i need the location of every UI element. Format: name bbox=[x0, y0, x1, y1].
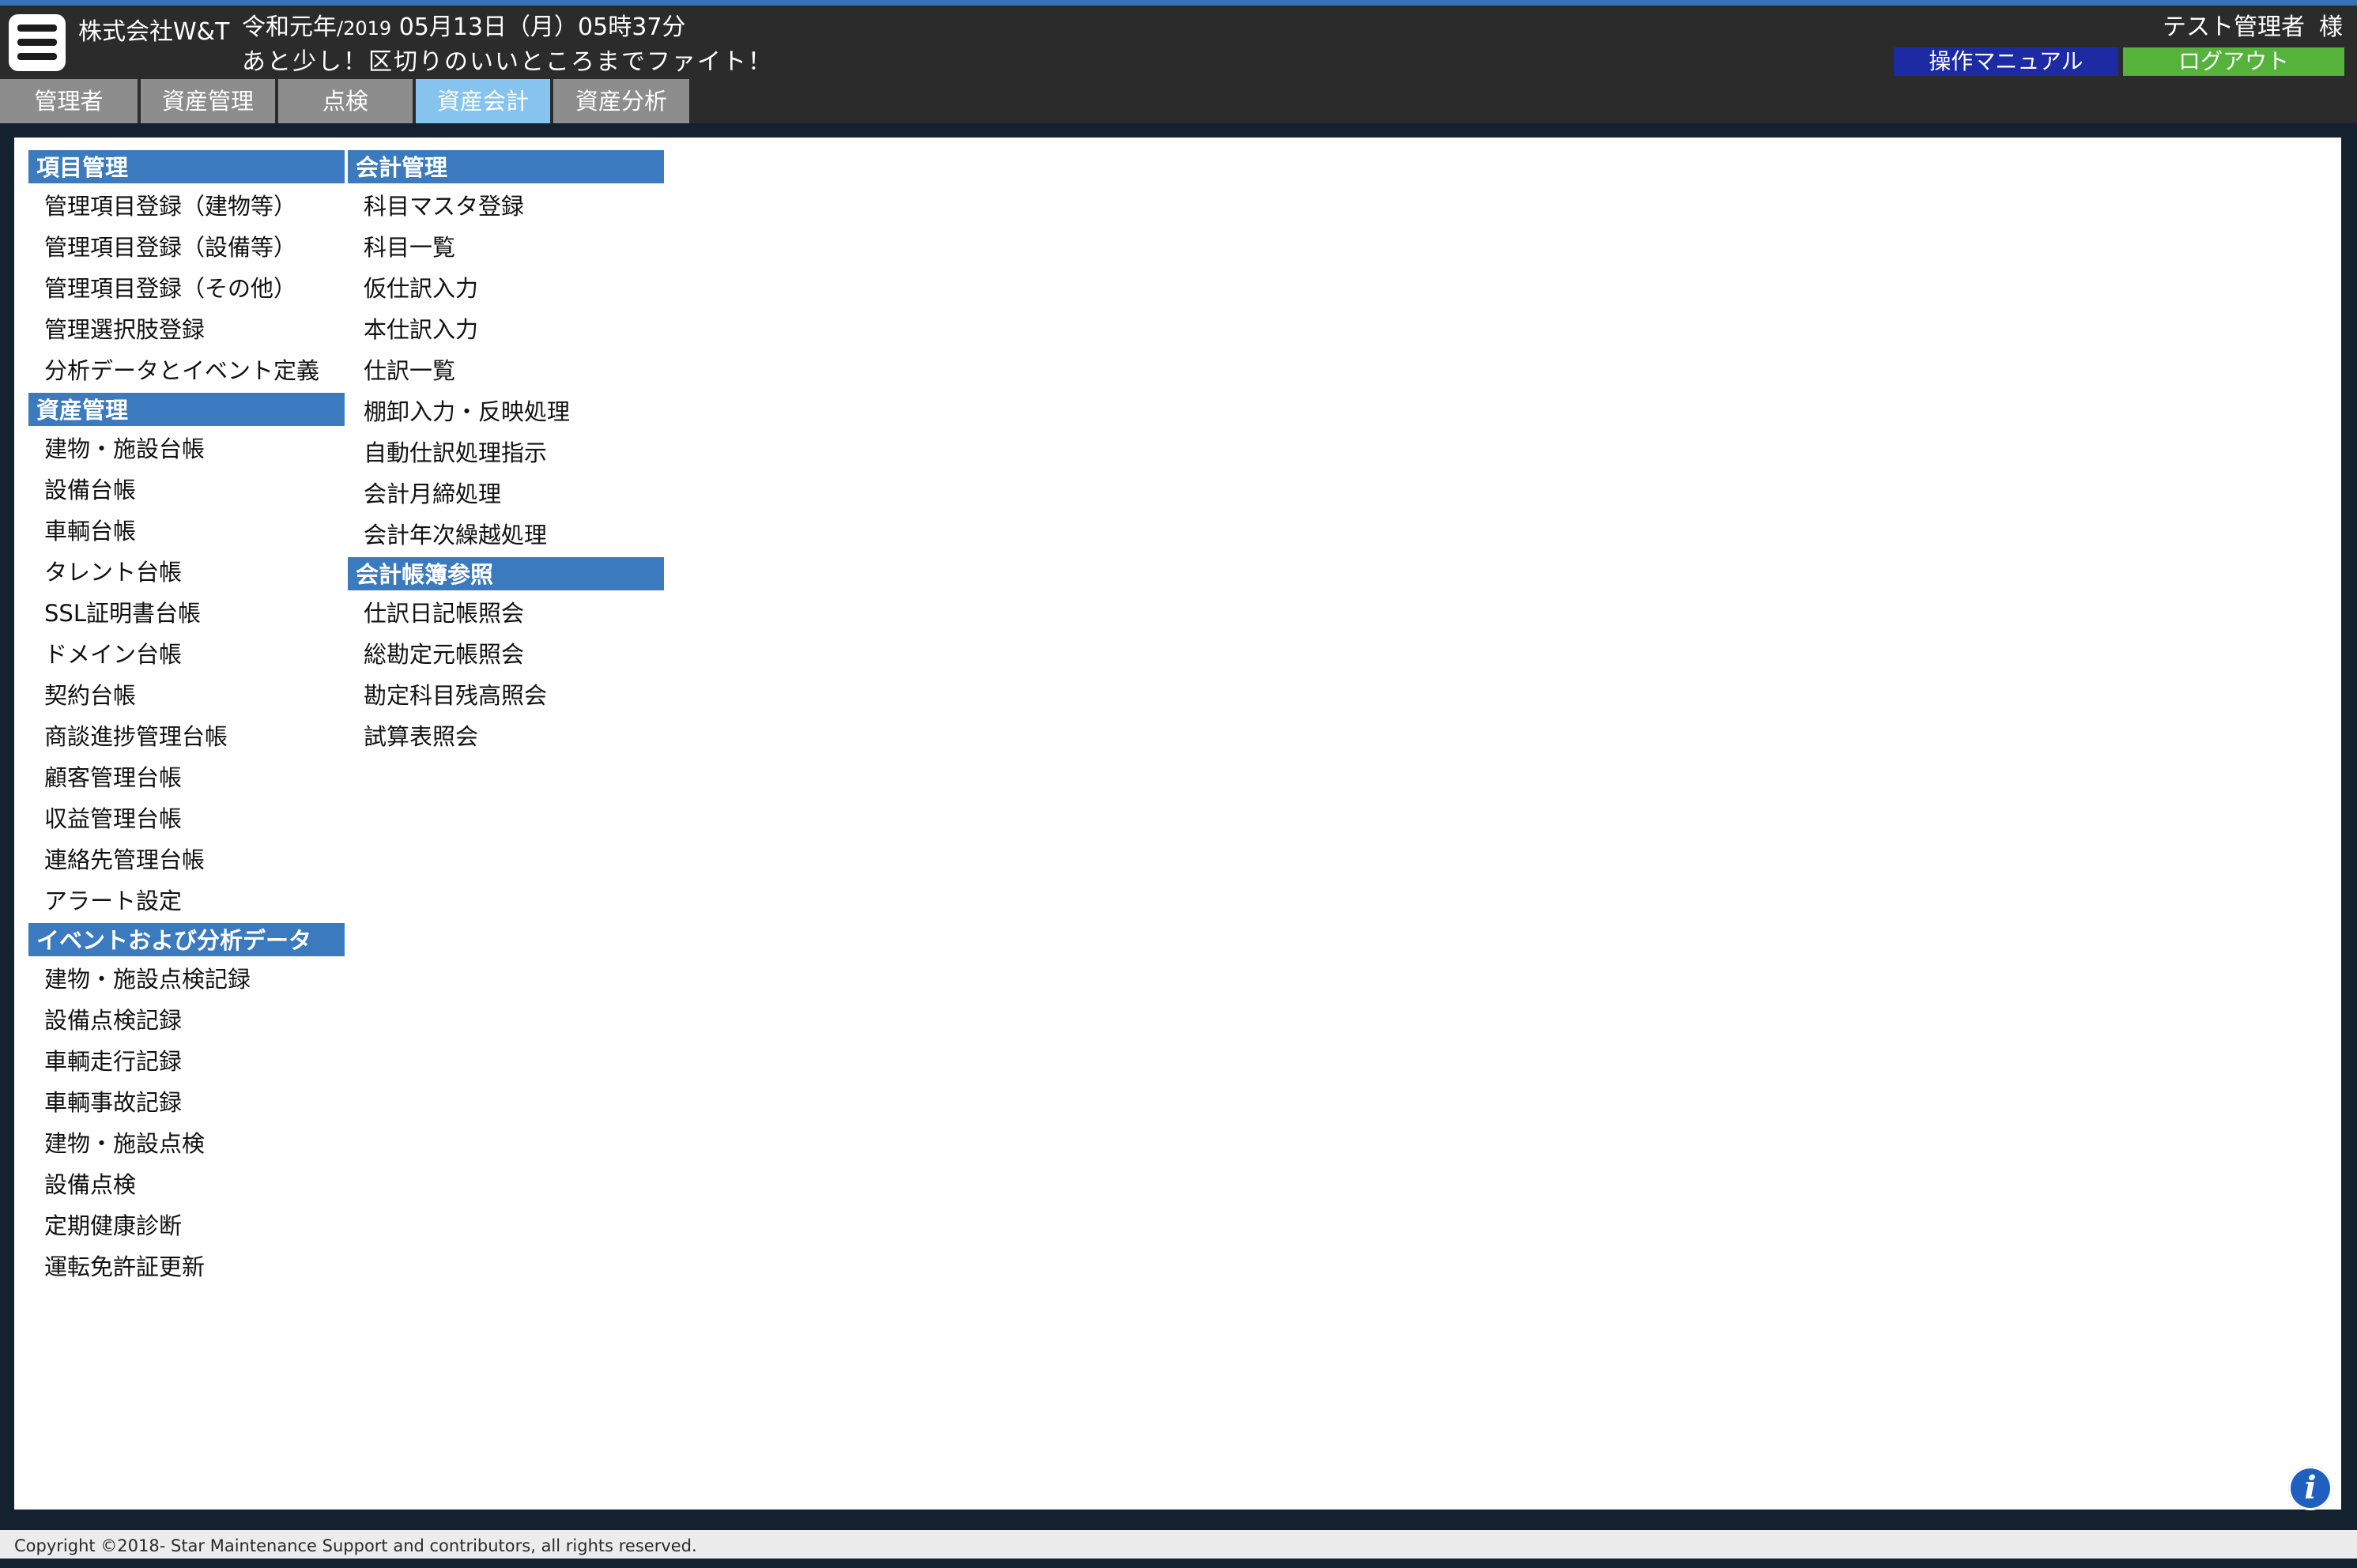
menu-item-monthly-closing[interactable]: 会計月締処理 bbox=[348, 475, 664, 516]
tab-asset-analysis[interactable]: 資産分析 bbox=[553, 79, 689, 123]
tab-admin[interactable]: 管理者 bbox=[0, 79, 138, 123]
section-header-item-management: 項目管理 bbox=[28, 150, 345, 183]
menu-column-left: 項目管理 管理項目登録（建物等） 管理項目登録（設備等） 管理項目登録（その他）… bbox=[28, 150, 345, 1289]
tab-asset-accounting[interactable]: 資産会計 bbox=[416, 79, 550, 123]
tab-bar: 管理者 資産管理 点検 資産会計 資産分析 bbox=[0, 79, 2357, 123]
menu-item-other-items[interactable]: 管理項目登録（その他） bbox=[28, 270, 345, 311]
hamburger-menu-icon[interactable] bbox=[9, 14, 66, 71]
western-year: /2019 bbox=[337, 17, 392, 40]
menu-item-provisional-journal[interactable]: 仮仕訳入力 bbox=[348, 270, 664, 311]
menu-item-equipment-ledger[interactable]: 設備台帳 bbox=[28, 471, 345, 512]
menu-item-account-master[interactable]: 科目マスタ登録 bbox=[348, 187, 664, 228]
menu-item-revenue-ledger[interactable]: 収益管理台帳 bbox=[28, 800, 345, 841]
menu-item-building-inspection-records[interactable]: 建物・施設点検記録 bbox=[28, 960, 345, 1001]
menu-column-right: 会計管理 科目マスタ登録 科目一覧 仮仕訳入力 本仕訳入力 仕訳一覧 棚卸入力・… bbox=[348, 150, 664, 759]
menu-item-final-journal[interactable]: 本仕訳入力 bbox=[348, 311, 664, 352]
menu-item-building-items[interactable]: 管理項目登録（建物等） bbox=[28, 187, 345, 228]
menu-item-license-renewal[interactable]: 運転免許証更新 bbox=[28, 1248, 345, 1289]
menu-item-building-inspection[interactable]: 建物・施設点検 bbox=[28, 1125, 345, 1166]
menu-item-customer-ledger[interactable]: 顧客管理台帳 bbox=[28, 759, 345, 800]
section-header-events-analysis: イベントおよび分析データ bbox=[28, 923, 345, 956]
tab-asset-management[interactable]: 資産管理 bbox=[141, 79, 275, 123]
menu-item-equipment-inspection[interactable]: 設備点検 bbox=[28, 1166, 345, 1207]
menu-item-domain-ledger[interactable]: ドメイン台帳 bbox=[28, 635, 345, 677]
menu-item-ssl-ledger[interactable]: SSL証明書台帳 bbox=[28, 594, 345, 635]
section-header-accounting-management: 会計管理 bbox=[348, 150, 664, 183]
menu-item-talent-ledger[interactable]: タレント台帳 bbox=[28, 553, 345, 594]
menu-item-equipment-inspection-records[interactable]: 設備点検記録 bbox=[28, 1001, 345, 1042]
menu-item-negotiation-ledger[interactable]: 商談進捗管理台帳 bbox=[28, 718, 345, 759]
menu-item-vehicle-ledger[interactable]: 車輌台帳 bbox=[28, 512, 345, 553]
menu-item-vehicle-driving-records[interactable]: 車輌走行記録 bbox=[28, 1042, 345, 1084]
menu-item-health-checkup[interactable]: 定期健康診断 bbox=[28, 1207, 345, 1248]
menu-item-contract-ledger[interactable]: 契約台帳 bbox=[28, 677, 345, 718]
menu-item-choice-registration[interactable]: 管理選択肢登録 bbox=[28, 311, 345, 352]
date-time-rest: 05月13日（月）05時37分 bbox=[391, 13, 686, 41]
company-name: 株式会社W&T bbox=[78, 18, 230, 46]
menu-item-annual-carryover[interactable]: 会計年次繰越処理 bbox=[348, 516, 664, 557]
motivation-message: あと少し！区切りのいいところまでファイト！ bbox=[242, 48, 773, 76]
main-menu-panel: 項目管理 管理項目登録（建物等） 管理項目登録（設備等） 管理項目登録（その他）… bbox=[14, 138, 2341, 1510]
menu-item-journal-book-inquiry[interactable]: 仕訳日記帳照会 bbox=[348, 594, 664, 635]
app-header: 株式会社W&T 令和元年/2019 05月13日（月）05時37分 あと少し！区… bbox=[0, 0, 2357, 79]
current-datetime: 令和元年/2019 05月13日（月）05時37分 bbox=[242, 10, 685, 46]
info-icon[interactable]: i bbox=[2288, 1466, 2332, 1510]
menu-item-alert-settings[interactable]: アラート設定 bbox=[28, 882, 345, 923]
menu-item-equipment-items[interactable]: 管理項目登録（設備等） bbox=[28, 228, 345, 270]
manual-button[interactable]: 操作マニュアル bbox=[1894, 47, 2118, 76]
menu-item-building-ledger[interactable]: 建物・施設台帳 bbox=[28, 430, 345, 471]
user-honorific: 様 bbox=[2319, 13, 2343, 41]
user-name: テスト管理者 bbox=[2163, 13, 2305, 41]
menu-item-general-ledger-inquiry[interactable]: 総勘定元帳照会 bbox=[348, 635, 664, 677]
section-header-ledger-reference: 会計帳簿参照 bbox=[348, 557, 664, 590]
section-header-asset-management: 資産管理 bbox=[28, 393, 345, 426]
menu-item-contact-ledger[interactable]: 連絡先管理台帳 bbox=[28, 841, 345, 882]
menu-item-trial-balance-inquiry[interactable]: 試算表照会 bbox=[348, 718, 664, 759]
menu-item-account-balance-inquiry[interactable]: 勘定科目残高照会 bbox=[348, 677, 664, 718]
menu-item-analysis-event-definition[interactable]: 分析データとイベント定義 bbox=[28, 352, 345, 393]
logout-button[interactable]: ログアウト bbox=[2123, 47, 2344, 76]
menu-item-inventory-input[interactable]: 棚卸入力・反映処理 bbox=[348, 393, 664, 434]
menu-item-auto-journal[interactable]: 自動仕訳処理指示 bbox=[348, 434, 664, 475]
menu-item-vehicle-accident-records[interactable]: 車輌事故記録 bbox=[28, 1084, 345, 1125]
copyright-footer: Copyright ©2018- Star Maintenance Suppor… bbox=[0, 1530, 2357, 1559]
tab-inspection[interactable]: 点検 bbox=[278, 79, 413, 123]
era-date: 令和元年 bbox=[242, 13, 337, 41]
menu-item-journal-list[interactable]: 仕訳一覧 bbox=[348, 352, 664, 393]
menu-item-account-list[interactable]: 科目一覧 bbox=[348, 228, 664, 270]
user-greeting: テスト管理者様 bbox=[2163, 10, 2343, 45]
